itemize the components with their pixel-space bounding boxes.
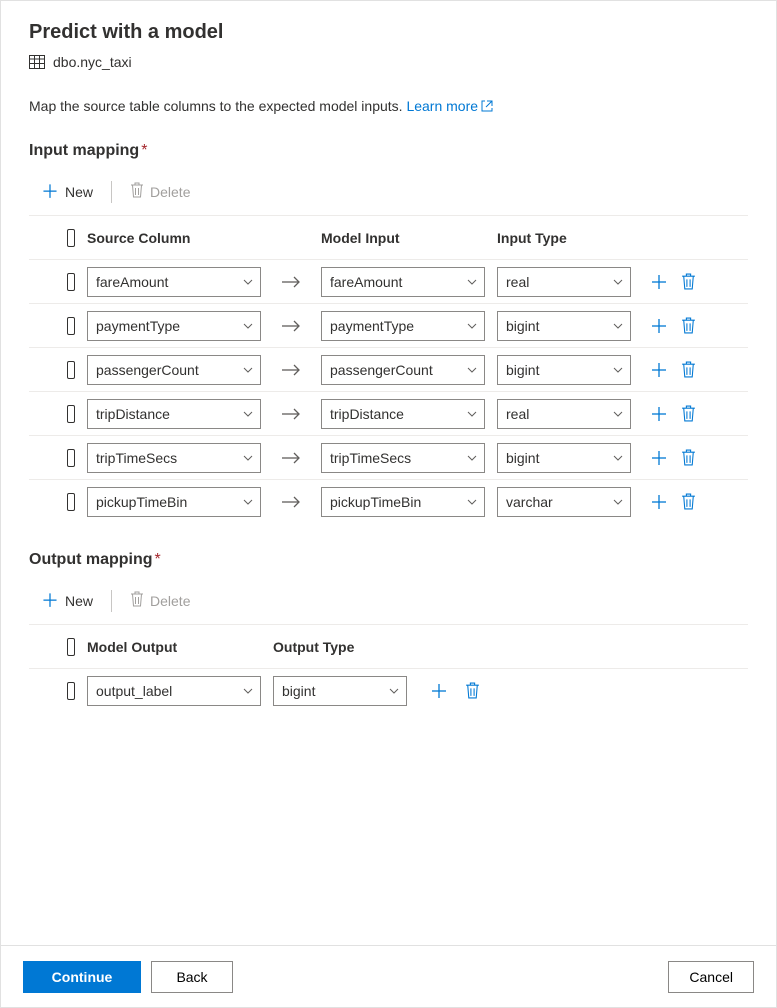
cancel-button[interactable]: Cancel xyxy=(668,961,754,993)
add-row-button[interactable] xyxy=(651,362,667,378)
output-new-button[interactable]: ＋ New xyxy=(33,588,101,614)
delete-row-button[interactable] xyxy=(465,682,480,699)
add-row-button[interactable] xyxy=(651,406,667,422)
input-row: tripTimeSecs tripTimeSecs bigint xyxy=(29,435,748,479)
add-row-button[interactable] xyxy=(431,683,447,699)
continue-button[interactable]: Continue xyxy=(23,961,141,993)
input-row: paymentType paymentType bigint xyxy=(29,303,748,347)
delete-row-button[interactable] xyxy=(681,449,696,466)
model-input-select[interactable]: pickupTimeBin xyxy=(321,487,485,517)
trash-icon xyxy=(130,182,144,201)
page-title: Predict with a model xyxy=(29,21,748,44)
arrow-icon xyxy=(267,363,315,377)
output-delete-button[interactable]: Delete xyxy=(122,587,198,614)
row-checkbox[interactable] xyxy=(67,273,75,291)
input-mapping-grid: Source Column Model Input Input Type far… xyxy=(29,215,748,523)
delete-row-button[interactable] xyxy=(681,405,696,422)
row-checkbox[interactable] xyxy=(67,682,75,700)
arrow-icon xyxy=(267,451,315,465)
output-type-select[interactable]: bigint xyxy=(273,676,407,706)
toolbar-separator xyxy=(111,181,112,203)
input-type-select[interactable]: real xyxy=(497,399,631,429)
output-row: output_label bigint xyxy=(29,668,748,712)
input-row: passengerCount passengerCount bigint xyxy=(29,347,748,391)
header-output-type: Output Type xyxy=(267,639,413,655)
header-model-input: Model Input xyxy=(315,230,491,246)
arrow-icon xyxy=(267,407,315,421)
delete-row-button[interactable] xyxy=(681,493,696,510)
table-icon xyxy=(29,55,45,69)
model-output-select[interactable]: output_label xyxy=(87,676,261,706)
back-button[interactable]: Back xyxy=(151,961,233,993)
description: Map the source table columns to the expe… xyxy=(29,98,748,114)
input-row: fareAmount fareAmount real xyxy=(29,259,748,303)
input-mapping-title: Input mapping* xyxy=(29,142,748,160)
source-column-select[interactable]: passengerCount xyxy=(87,355,261,385)
header-input-type: Input Type xyxy=(491,230,637,246)
source-table: dbo.nyc_taxi xyxy=(29,54,748,70)
model-input-select[interactable]: fareAmount xyxy=(321,267,485,297)
add-row-button[interactable] xyxy=(651,318,667,334)
arrow-icon xyxy=(267,319,315,333)
input-type-select[interactable]: varchar xyxy=(497,487,631,517)
add-row-button[interactable] xyxy=(651,494,667,510)
external-link-icon xyxy=(481,98,493,114)
output-mapping-title: Output mapping* xyxy=(29,551,748,569)
add-row-button[interactable] xyxy=(651,450,667,466)
row-checkbox[interactable] xyxy=(67,405,75,423)
arrow-icon xyxy=(267,275,315,289)
source-column-select[interactable]: paymentType xyxy=(87,311,261,341)
delete-row-button[interactable] xyxy=(681,273,696,290)
input-type-select[interactable]: bigint xyxy=(497,311,631,341)
source-column-select[interactable]: tripTimeSecs xyxy=(87,443,261,473)
learn-more-link[interactable]: Learn more xyxy=(406,98,493,114)
model-input-select[interactable]: tripDistance xyxy=(321,399,485,429)
footer: Continue Back Cancel xyxy=(1,945,776,1007)
row-checkbox[interactable] xyxy=(67,317,75,335)
input-type-select[interactable]: bigint xyxy=(497,443,631,473)
input-select-all-checkbox[interactable] xyxy=(67,229,75,247)
model-input-select[interactable]: paymentType xyxy=(321,311,485,341)
source-column-select[interactable]: pickupTimeBin xyxy=(87,487,261,517)
input-row: pickupTimeBin pickupTimeBin varchar xyxy=(29,479,748,523)
source-table-name: dbo.nyc_taxi xyxy=(53,54,132,70)
header-source-column: Source Column xyxy=(81,230,267,246)
row-checkbox[interactable] xyxy=(67,361,75,379)
trash-icon xyxy=(130,591,144,610)
plus-icon: ＋ xyxy=(41,592,59,610)
source-column-select[interactable]: fareAmount xyxy=(87,267,261,297)
input-type-select[interactable]: bigint xyxy=(497,355,631,385)
input-new-button[interactable]: ＋ New xyxy=(33,179,101,205)
row-checkbox[interactable] xyxy=(67,493,75,511)
arrow-icon xyxy=(267,495,315,509)
input-type-select[interactable]: real xyxy=(497,267,631,297)
output-select-all-checkbox[interactable] xyxy=(67,638,75,656)
source-column-select[interactable]: tripDistance xyxy=(87,399,261,429)
model-input-select[interactable]: passengerCount xyxy=(321,355,485,385)
delete-row-button[interactable] xyxy=(681,361,696,378)
header-model-output: Model Output xyxy=(81,639,267,655)
delete-row-button[interactable] xyxy=(681,317,696,334)
toolbar-separator xyxy=(111,590,112,612)
output-mapping-grid: Model Output Output Type output_label big… xyxy=(29,624,748,712)
input-row: tripDistance tripDistance real xyxy=(29,391,748,435)
add-row-button[interactable] xyxy=(651,274,667,290)
model-input-select[interactable]: tripTimeSecs xyxy=(321,443,485,473)
input-delete-button[interactable]: Delete xyxy=(122,178,198,205)
row-checkbox[interactable] xyxy=(67,449,75,467)
plus-icon: ＋ xyxy=(41,183,59,201)
